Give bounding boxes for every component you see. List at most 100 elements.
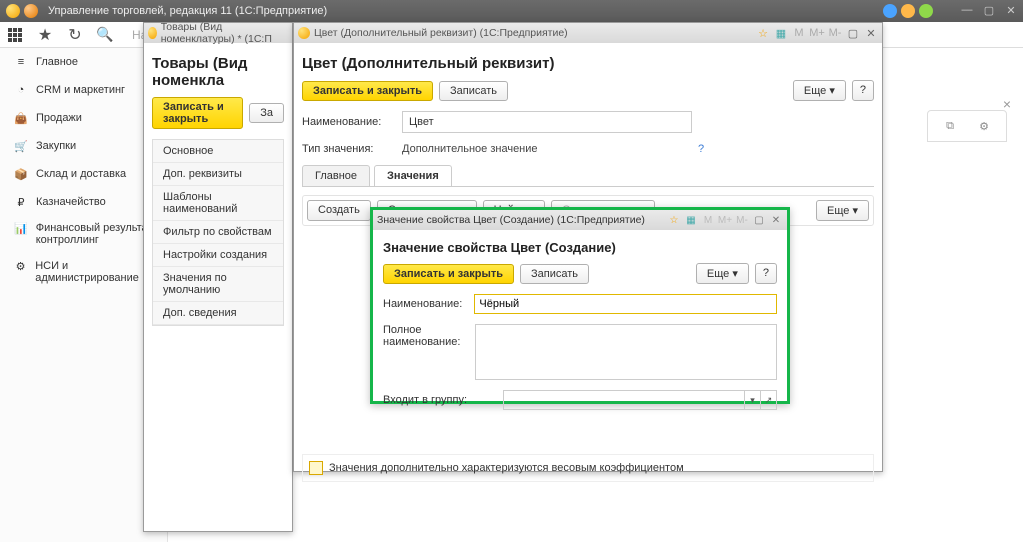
tovary-side-item[interactable]: Доп. реквизиты	[153, 163, 283, 186]
wv-restore-icon[interactable]: ▢	[752, 213, 766, 227]
window-value: Значение свойства Цвет (Создание) (1С:Пр…	[370, 207, 790, 404]
value-group-combo[interactable]: ▾ ↗	[503, 390, 777, 410]
tovary-save-button[interactable]: За	[249, 103, 284, 123]
nav-icon: 👜	[14, 112, 28, 125]
wv-close-icon[interactable]: ✕	[769, 213, 783, 227]
window-icon	[148, 27, 157, 39]
color-heading: Цвет (Дополнительный реквизит)	[302, 55, 874, 72]
chevron-down-icon[interactable]: ▾	[744, 391, 760, 409]
tovary-side-item[interactable]: Шаблоны наименований	[153, 186, 283, 221]
tovary-side-list: ОсновноеДоп. реквизитыШаблоны наименован…	[152, 139, 284, 326]
search-icon[interactable]: 🔍	[96, 26, 114, 44]
nav-item[interactable]: ≡Главное	[0, 48, 167, 76]
wc-fav-icon[interactable]: ☆	[756, 26, 770, 40]
tovary-heading: Товары (Вид номенкла	[152, 55, 284, 89]
nav-icon: 🛒	[14, 140, 28, 153]
tovary-side-item[interactable]: Основное	[153, 140, 283, 163]
window-value-title: Значение свойства Цвет (Создание) (1С:Пр…	[377, 214, 645, 226]
window-color-title: Цвет (Дополнительный реквизит) (1С:Предп…	[314, 27, 568, 39]
wc-mminus-icon[interactable]: M-	[828, 26, 842, 40]
tab-main[interactable]: Главное	[302, 165, 370, 186]
favorite-star-icon[interactable]: ★	[36, 26, 54, 44]
tovary-side-item[interactable]: Настройки создания	[153, 244, 283, 267]
tovary-side-item[interactable]: Фильтр по свойствам	[153, 221, 283, 244]
app-window-controls: — ▢ ✕	[959, 2, 1019, 18]
weight-coeff-row[interactable]: Значения дополнительно характеризуются в…	[302, 454, 874, 482]
wv-mminus-icon[interactable]: M-	[735, 213, 749, 227]
app-minimize-icon[interactable]: —	[959, 2, 975, 18]
color-save-close-button[interactable]: Записать и закрыть	[302, 81, 433, 101]
nav-item[interactable]: 📊Финансовый результат и контроллинг	[0, 216, 167, 254]
value-full-input[interactable]	[475, 324, 777, 380]
window-icon	[298, 27, 310, 39]
nav-item[interactable]: 👜 Продажи	[0, 104, 167, 132]
value-full-label: Полное наименование:	[383, 324, 475, 348]
color-name-value: Цвет	[409, 116, 434, 128]
tovary-side-item[interactable]: Значения по умолчанию	[153, 267, 283, 302]
value-help-button[interactable]: ?	[755, 263, 777, 284]
wv-mplus-icon[interactable]: M+	[718, 213, 732, 227]
gear-icon[interactable]: ⚙	[976, 118, 992, 134]
nav-icon: ⚙	[14, 260, 27, 273]
apps-grid-icon[interactable]	[6, 26, 24, 44]
tovary-save-close-button[interactable]: Записать и закрыть	[152, 97, 243, 129]
nav-label: Склад и доставка	[36, 168, 126, 180]
value-save-close-button[interactable]: Записать и закрыть	[383, 264, 514, 284]
color-help-button[interactable]: ?	[852, 80, 874, 101]
color-name-label: Наименование:	[302, 116, 402, 128]
color-more-button[interactable]: Еще ▾	[793, 80, 846, 101]
nav-label: Закупки	[36, 140, 76, 152]
window-tovary-titlebar[interactable]: Товары (Вид номенклатуры) * (1С:П	[144, 23, 292, 43]
nav-label: Казначейство	[36, 196, 106, 208]
app-close-icon[interactable]: ✕	[1003, 2, 1019, 18]
right-side-tabs: ⧉ ⚙	[927, 110, 1007, 142]
app-titlebar: Управление торговлей, редакция 11 (1С:Пр…	[0, 0, 1023, 22]
value-heading: Значение свойства Цвет (Создание)	[383, 240, 777, 255]
color-type-help-icon[interactable]: ?	[698, 143, 704, 155]
wc-close-icon[interactable]: ✕	[864, 26, 878, 40]
weight-coeff-checkbox[interactable]	[309, 461, 323, 475]
wc-restore-icon[interactable]: ▢	[846, 26, 860, 40]
values-create-button[interactable]: Создать	[307, 200, 371, 221]
copy-icon[interactable]: ⧉	[942, 118, 958, 134]
color-tabbar: Главное Значения	[302, 165, 874, 187]
nav-item[interactable]: ₽ Казначейство	[0, 188, 167, 216]
color-type-label: Тип значения:	[302, 143, 402, 155]
wv-m-icon[interactable]: M	[701, 213, 715, 227]
nav-icon: 📦	[14, 168, 28, 181]
wv-fav-icon[interactable]: ☆	[667, 213, 681, 227]
window-color-titlebar[interactable]: Цвет (Дополнительный реквизит) (1С:Предп…	[294, 23, 882, 43]
app-icon	[6, 4, 20, 18]
color-name-input[interactable]: Цвет	[402, 111, 692, 133]
tray-dot-3[interactable]	[919, 4, 933, 18]
nav-icon: ≡	[14, 56, 28, 68]
value-name-input[interactable]	[474, 294, 777, 314]
values-more-button[interactable]: Еще ▾	[816, 200, 869, 221]
nav-item[interactable]: 📦 Склад и доставка	[0, 160, 167, 188]
tray-dot-2[interactable]	[901, 4, 915, 18]
nav-item[interactable]: ◔CRM и маркетинг	[0, 76, 167, 104]
value-more-button[interactable]: Еще ▾	[696, 263, 749, 284]
nav-icon: 📊	[14, 222, 28, 235]
tray-dot-1[interactable]	[883, 4, 897, 18]
nav-item[interactable]: 🛒 Закупки	[0, 132, 167, 160]
wc-calc-icon[interactable]: ▦	[774, 26, 788, 40]
wc-m-icon[interactable]: M	[792, 26, 806, 40]
nav-item[interactable]: ⚙НСИ и администрирование	[0, 254, 167, 292]
nav-icon: ₽	[14, 196, 28, 209]
color-type-value: Дополнительное значение	[402, 143, 692, 155]
tovary-side-item[interactable]: Доп. сведения	[153, 302, 283, 325]
app-maximize-icon[interactable]: ▢	[981, 2, 997, 18]
window-value-titlebar[interactable]: Значение свойства Цвет (Создание) (1С:Пр…	[373, 210, 787, 230]
app-title: Управление торговлей, редакция 11 (1С:Пр…	[48, 5, 327, 17]
tab-values[interactable]: Значения	[374, 165, 452, 186]
wv-calc-icon[interactable]: ▦	[684, 213, 698, 227]
wc-mplus-icon[interactable]: M+	[810, 26, 824, 40]
value-save-button[interactable]: Записать	[520, 264, 589, 284]
open-ref-icon[interactable]: ↗	[760, 391, 776, 409]
weight-coeff-label: Значения дополнительно характеризуются в…	[329, 462, 684, 474]
nav-label: Продажи	[36, 112, 82, 124]
history-icon[interactable]: ↻	[66, 26, 84, 44]
color-save-button[interactable]: Записать	[439, 81, 508, 101]
window-tovary: Товары (Вид номенклатуры) * (1С:П Товары…	[143, 22, 293, 532]
